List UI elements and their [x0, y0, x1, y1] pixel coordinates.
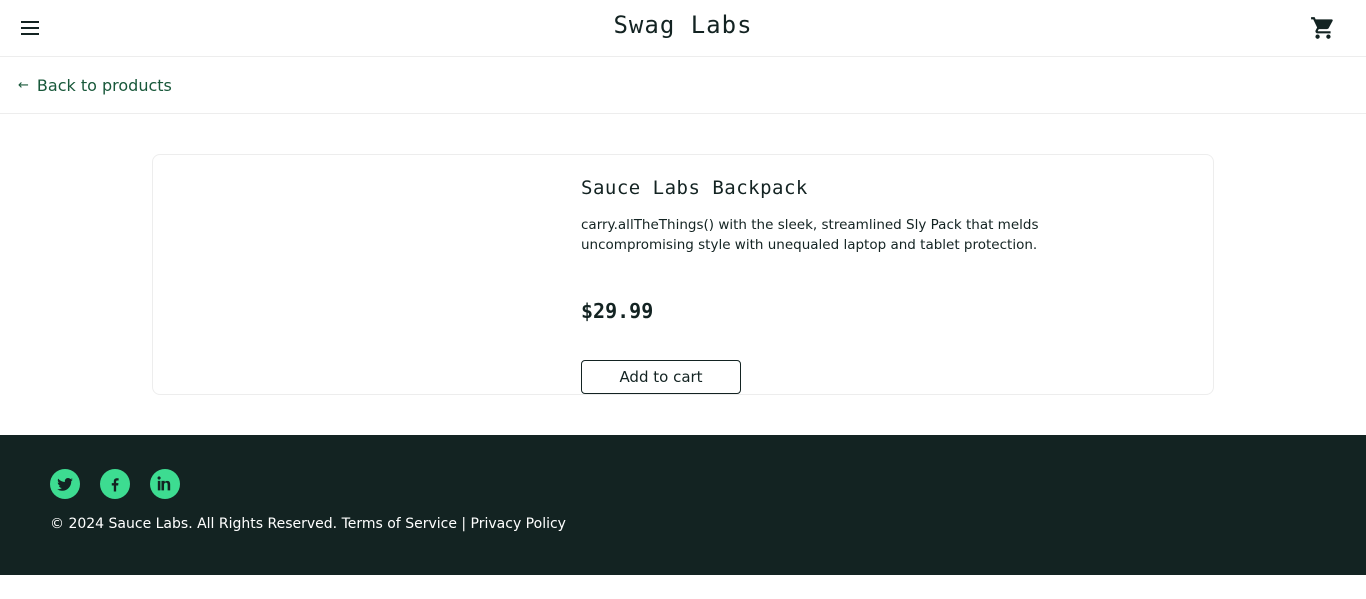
back-to-products-button[interactable]: ← Back to products: [18, 73, 172, 97]
product-detail-card: Sauce Labs Backpack carry.allTheThings()…: [152, 154, 1214, 395]
secondary-header: ← Back to products: [0, 57, 1366, 114]
shopping-cart-icon[interactable]: [1310, 15, 1336, 41]
app-header: Swag Labs: [0, 0, 1366, 57]
linkedin-icon[interactable]: [150, 469, 180, 499]
twitter-svg: [57, 478, 73, 491]
product-image: [154, 156, 564, 394]
add-to-cart-button[interactable]: Add to cart: [581, 360, 741, 394]
facebook-svg: [111, 478, 119, 492]
cart-svg: [1311, 17, 1333, 39]
product-description: carry.allTheThings() with the sleek, str…: [581, 217, 1039, 253]
copyright-text: © 2024 Sauce Labs. All Rights Reserved. …: [50, 516, 566, 532]
twitter-icon[interactable]: [50, 469, 80, 499]
back-to-products-label: Back to products: [36, 75, 172, 95]
linkedin-svg: [157, 476, 171, 491]
product-price: $29.99: [581, 299, 654, 323]
social-links: [50, 469, 180, 499]
facebook-icon[interactable]: [100, 469, 130, 499]
arrow-left-icon: ←: [18, 77, 29, 93]
footer: © 2024 Sauce Labs. All Rights Reserved. …: [0, 435, 1366, 575]
app-title: Swag Labs: [613, 11, 753, 39]
product-name: Sauce Labs Backpack: [581, 177, 808, 199]
